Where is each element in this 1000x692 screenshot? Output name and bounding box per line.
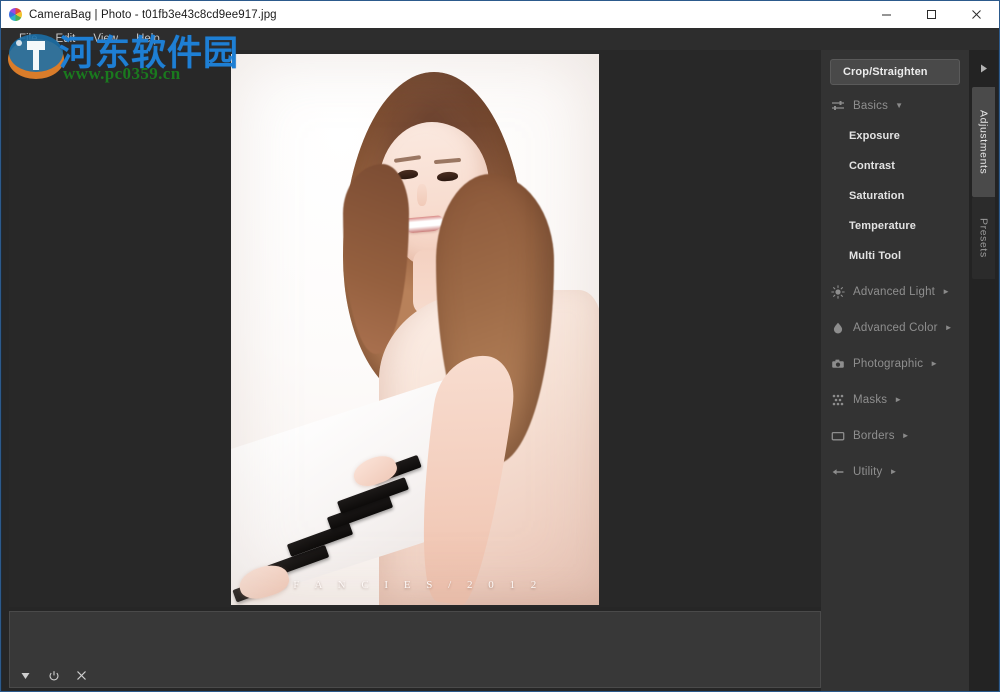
category-photographic[interactable]: Photographic ► <box>821 349 969 379</box>
chevron-right-icon: ► <box>930 359 939 368</box>
menu-item-help[interactable]: Help <box>127 31 169 47</box>
photo-caption: F A N C I E S / 2 0 1 2 <box>293 579 543 591</box>
workspace: F A N C I E S / 2 0 1 2 Crop/Straighten <box>2 50 998 691</box>
expand-triangle-icon[interactable] <box>18 668 33 683</box>
photo-vignette <box>231 54 599 605</box>
adjustment-label: Contrast <box>849 160 896 172</box>
adjustments-panel: Crop/Straighten Basics ▼ Exposure Contra… <box>821 50 969 691</box>
camerabag-color-wheel-icon <box>9 8 22 21</box>
bottom-filter-panel[interactable] <box>9 611 821 688</box>
chevron-down-icon: ▼ <box>895 101 903 110</box>
chevron-right-icon: ► <box>942 287 951 296</box>
panel-tab-strip: Adjustments Presets <box>969 50 998 691</box>
category-label: Masks <box>853 394 888 406</box>
menu-item-edit[interactable]: Edit <box>47 31 85 47</box>
category-label: Photographic <box>853 358 924 370</box>
sliders-icon <box>831 99 845 113</box>
chevron-right-icon: ► <box>944 323 953 332</box>
menu-item-view[interactable]: View <box>84 31 127 47</box>
photo-preview[interactable]: F A N C I E S / 2 0 1 2 <box>231 54 599 605</box>
adjustment-label: Multi Tool <box>849 250 902 262</box>
mask-grid-icon <box>831 393 845 407</box>
category-basics[interactable]: Basics ▼ <box>821 91 969 121</box>
adjustment-contrast[interactable]: Contrast <box>821 151 969 181</box>
adjustment-label: Temperature <box>849 220 916 232</box>
category-utility[interactable]: Utility ► <box>821 457 969 487</box>
border-rect-icon <box>831 429 845 443</box>
crop-straighten-label: Crop/Straighten <box>843 66 928 78</box>
category-advanced-light[interactable]: Advanced Light ► <box>821 277 969 307</box>
menu-item-file[interactable]: File <box>10 31 47 47</box>
tab-adjustments[interactable]: Adjustments <box>972 87 995 197</box>
wrench-icon <box>831 465 845 479</box>
close-button[interactable] <box>954 1 999 28</box>
category-masks[interactable]: Masks ► <box>821 385 969 415</box>
chevron-right-icon: ► <box>889 467 898 476</box>
bottom-panel-toolbar <box>18 668 89 683</box>
menu-bar: File Edit View Help <box>1 28 999 50</box>
chevron-right-icon: ► <box>901 431 910 440</box>
adjustment-multi-tool[interactable]: Multi Tool <box>821 241 969 271</box>
maximize-button[interactable] <box>909 1 954 28</box>
close-icon[interactable] <box>74 668 89 683</box>
window-controls <box>864 1 999 28</box>
photo-canvas[interactable]: F A N C I E S / 2 0 1 2 <box>9 50 821 607</box>
crop-straighten-button[interactable]: Crop/Straighten <box>830 59 960 85</box>
category-label: Borders <box>853 430 895 442</box>
category-label: Basics <box>853 100 889 112</box>
tab-presets[interactable]: Presets <box>972 197 995 279</box>
category-label: Utility <box>853 466 883 478</box>
camera-icon <box>831 357 845 371</box>
collapse-arrow-right-icon[interactable] <box>969 50 998 87</box>
category-advanced-color[interactable]: Advanced Color ► <box>821 313 969 343</box>
tab-label: Adjustments <box>977 109 990 175</box>
minimize-button[interactable] <box>864 1 909 28</box>
adjustment-label: Saturation <box>849 190 905 202</box>
adjustment-temperature[interactable]: Temperature <box>821 211 969 241</box>
title-bar: CameraBag | Photo - t01fb3e43c8cd9ee917.… <box>1 1 999 28</box>
sun-icon <box>831 285 845 299</box>
adjustment-saturation[interactable]: Saturation <box>821 181 969 211</box>
color-drop-icon <box>831 321 845 335</box>
chevron-right-icon: ► <box>894 395 903 404</box>
power-icon[interactable] <box>46 668 61 683</box>
category-label: Advanced Light <box>853 286 936 298</box>
adjustment-label: Exposure <box>849 130 900 142</box>
tab-label: Presets <box>977 218 990 258</box>
category-borders[interactable]: Borders ► <box>821 421 969 451</box>
adjustment-exposure[interactable]: Exposure <box>821 121 969 151</box>
category-label: Advanced Color <box>853 322 938 334</box>
window-title: CameraBag | Photo - t01fb3e43c8cd9ee917.… <box>29 8 277 21</box>
camerabag-window: CameraBag | Photo - t01fb3e43c8cd9ee917.… <box>0 0 1000 692</box>
